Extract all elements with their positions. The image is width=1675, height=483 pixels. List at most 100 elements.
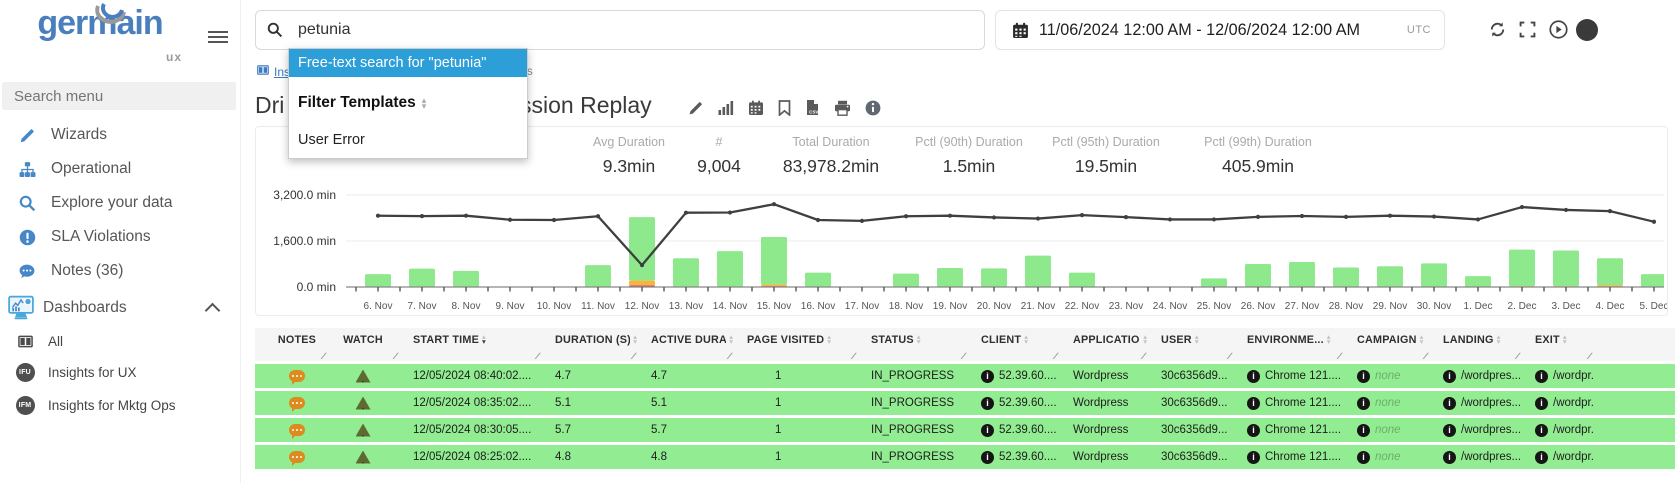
column-header-exit[interactable]: EXIT▴▾∕∕ <box>1521 328 1593 361</box>
info-circle-icon[interactable]: i <box>1247 424 1260 437</box>
column-resize-handle[interactable]: ∕∕ <box>1229 351 1230 361</box>
column-header-watch[interactable]: WATCH∕∕ <box>327 328 399 361</box>
column-resize-handle[interactable]: ∕∕ <box>1339 351 1340 361</box>
column-resize-handle[interactable]: ∕∕ <box>853 351 854 361</box>
sidebar-subitem-all[interactable]: All <box>0 327 240 356</box>
column-header-landing[interactable]: LANDING▴▾∕∕ <box>1429 328 1521 361</box>
sort-arrows-icon[interactable]: ▴▾ <box>482 335 486 344</box>
edit-pencil-icon[interactable] <box>688 100 704 116</box>
watch-warning-icon[interactable] <box>356 424 371 437</box>
info-circle-icon[interactable]: i <box>981 424 994 437</box>
refresh-icon[interactable] <box>1489 21 1506 38</box>
column-header-notes[interactable]: NOTES∕∕ <box>267 328 327 361</box>
info-circle-icon[interactable]: i <box>1443 424 1456 437</box>
duration-chart[interactable] <box>346 187 1664 299</box>
info-circle-icon[interactable]: i <box>1247 397 1260 410</box>
column-header-user[interactable]: USER▴▾∕∕ <box>1147 328 1233 361</box>
column-resize-handle[interactable]: ∕∕ <box>395 351 396 361</box>
sort-arrows-icon[interactable]: ▴▾ <box>1195 335 1199 344</box>
column-header-active-durati[interactable]: ACTIVE DURATI...▴▾∕∕ <box>637 328 733 361</box>
column-header-duration-s[interactable]: DURATION (S)▴▾∕∕ <box>541 328 637 361</box>
hamburger-menu-icon[interactable] <box>208 28 228 44</box>
date-range-picker[interactable]: 11/06/2024 12:00 AM - 12/06/2024 12:00 A… <box>995 10 1445 50</box>
info-circle-icon[interactable]: i <box>981 370 994 383</box>
sidebar-item-wizards[interactable]: Wizards <box>0 118 240 152</box>
column-resize-handle[interactable]: ∕∕ <box>1055 351 1056 361</box>
info-circle-icon[interactable]: i <box>1535 451 1548 464</box>
filter-templates-group[interactable]: Filter Templates ▴▾ <box>289 77 527 120</box>
sidebar-item-explore-your-data[interactable]: Explore your data <box>0 186 240 220</box>
column-resize-handle[interactable]: ∕∕ <box>537 351 538 361</box>
print-icon[interactable] <box>834 100 851 116</box>
notes-comment-icon[interactable] <box>289 424 305 436</box>
stat-: #9,004 <box>697 135 741 177</box>
sort-arrows-icon[interactable]: ▴▾ <box>827 335 831 344</box>
column-resize-handle[interactable]: ∕∕ <box>1589 351 1590 361</box>
info-circle-icon[interactable]: i <box>1443 370 1456 383</box>
sort-arrows-icon[interactable]: ▴▾ <box>1497 335 1501 344</box>
column-resize-handle[interactable]: ∕∕ <box>963 351 964 361</box>
filter-template-user-error[interactable]: User Error <box>289 120 527 158</box>
column-resize-handle[interactable]: ∕∕ <box>633 351 634 361</box>
info-icon[interactable] <box>865 100 881 116</box>
sidebar-item-sla-violations[interactable]: SLA Violations <box>0 220 240 254</box>
info-circle-icon[interactable]: i <box>1535 370 1548 383</box>
info-circle-icon[interactable]: i <box>1535 397 1548 410</box>
chevron-up-icon[interactable] <box>205 303 221 319</box>
sidebar-item-operational[interactable]: Operational <box>0 152 240 186</box>
sidebar-search-input[interactable] <box>2 82 236 110</box>
sort-arrows-icon[interactable]: ▴▾ <box>1420 335 1424 344</box>
column-header-client[interactable]: CLIENT▴▾∕∕ <box>967 328 1059 361</box>
watch-warning-icon[interactable] <box>356 370 371 383</box>
watch-warning-icon[interactable] <box>356 451 371 464</box>
column-header-start-time[interactable]: START TIME▴▾∕∕ <box>399 328 541 361</box>
session-row[interactable]: 12/05/2024 08:40:02....4.74.71IN_PROGRES… <box>255 364 1675 388</box>
column-header-status[interactable]: STATUS▴▾∕∕ <box>857 328 967 361</box>
notes-comment-icon[interactable] <box>289 370 305 382</box>
sort-arrows-icon[interactable]: ▴▾ <box>1024 335 1028 344</box>
notes-comment-icon[interactable] <box>289 451 305 463</box>
info-circle-icon[interactable]: i <box>1357 451 1370 464</box>
profile-icon[interactable] <box>1576 19 1598 41</box>
play-icon[interactable] <box>1549 20 1568 39</box>
bookmark-icon[interactable] <box>778 100 791 116</box>
info-circle-icon[interactable]: i <box>1357 397 1370 410</box>
fullscreen-icon[interactable] <box>1519 21 1536 38</box>
sidebar-item-dashboards[interactable]: Dashboards <box>0 288 240 327</box>
global-search-input[interactable] <box>255 10 985 50</box>
watch-warning-icon[interactable] <box>356 397 371 410</box>
column-resize-handle[interactable]: ∕∕ <box>1517 351 1518 361</box>
cell-text: 30c6356d9... <box>1161 364 1228 388</box>
info-circle-icon[interactable]: i <box>981 451 994 464</box>
info-circle-icon[interactable]: i <box>1357 424 1370 437</box>
sidebar-item-notes-36[interactable]: Notes (36) <box>0 254 240 288</box>
column-header-page-visited[interactable]: PAGE VISITED▴▾∕∕ <box>733 328 857 361</box>
session-row[interactable]: 12/05/2024 08:30:05....5.75.71IN_PROGRES… <box>255 418 1675 442</box>
info-circle-icon[interactable]: i <box>1247 451 1260 464</box>
sidebar-subitem-insights-for-ux[interactable]: IFUInsights for UX <box>0 356 240 389</box>
info-circle-icon[interactable]: i <box>981 397 994 410</box>
sidebar-subitem-insights-for-mktg-ops[interactable]: IFMInsights for Mktg Ops <box>0 389 240 422</box>
column-resize-handle[interactable]: ∕∕ <box>729 351 730 361</box>
info-circle-icon[interactable]: i <box>1535 424 1548 437</box>
notes-comment-icon[interactable] <box>289 397 305 409</box>
column-resize-handle[interactable]: ∕∕ <box>1143 351 1144 361</box>
sort-arrows-icon[interactable]: ▴▾ <box>917 335 921 344</box>
info-circle-icon[interactable]: i <box>1357 370 1370 383</box>
column-header-environme[interactable]: ENVIRONME...▴▾∕∕ <box>1233 328 1343 361</box>
calendar-grid-icon[interactable] <box>748 100 764 116</box>
sort-arrows-icon[interactable]: ▴▾ <box>1563 335 1567 344</box>
session-row[interactable]: 12/05/2024 08:35:02....5.15.11IN_PROGRES… <box>255 391 1675 415</box>
session-row[interactable]: 12/05/2024 08:25:02....4.84.81IN_PROGRES… <box>255 445 1675 469</box>
chart-bars-icon[interactable] <box>718 100 734 115</box>
info-circle-icon[interactable]: i <box>1443 397 1456 410</box>
column-resize-handle[interactable]: ∕∕ <box>323 351 324 361</box>
column-resize-handle[interactable]: ∕∕ <box>1425 351 1426 361</box>
export-csv-icon[interactable]: CSV <box>805 99 820 116</box>
sort-arrows-icon[interactable]: ▴▾ <box>1327 335 1331 344</box>
free-text-search-option[interactable]: Free-text search for "petunia" <box>289 49 527 77</box>
column-header-application[interactable]: APPLICATION▴▾∕∕ <box>1059 328 1147 361</box>
info-circle-icon[interactable]: i <box>1247 370 1260 383</box>
column-header-campaign[interactable]: CAMPAIGN▴▾∕∕ <box>1343 328 1429 361</box>
info-circle-icon[interactable]: i <box>1443 451 1456 464</box>
